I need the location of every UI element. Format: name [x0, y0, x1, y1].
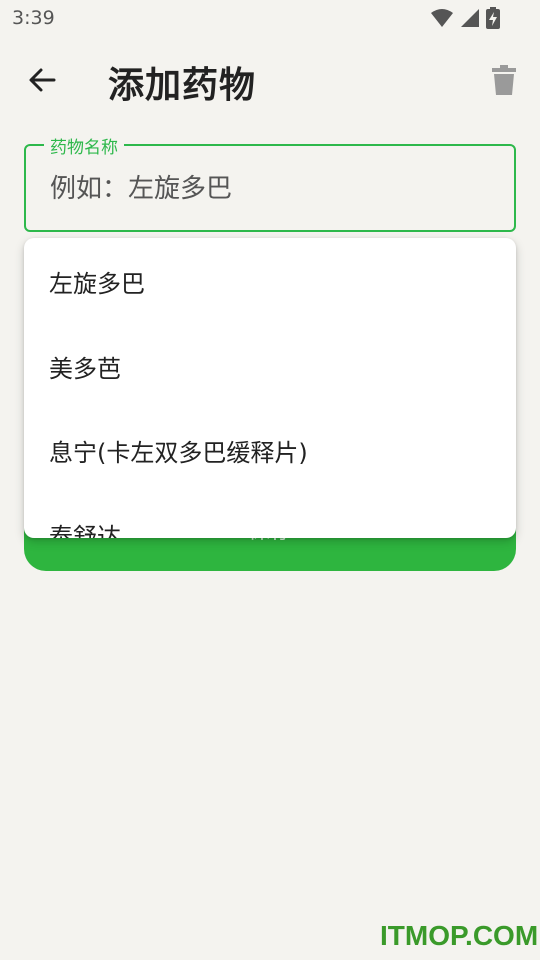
status-icons — [430, 7, 500, 29]
watermark: ITMOP.COM — [380, 920, 539, 951]
suggestion-item[interactable]: 泰舒达 — [24, 492, 516, 539]
suggestion-item[interactable]: 美多芭 — [24, 324, 516, 408]
suggestion-dropdown: 左旋多巴 美多芭 息宁(卡左双多巴缓释片) 泰舒达 — [24, 238, 516, 538]
delete-button[interactable] — [484, 60, 524, 100]
battery-icon — [486, 7, 500, 29]
back-button[interactable] — [22, 60, 62, 100]
medicine-name-field: 药物名称 — [24, 133, 516, 232]
suggestion-item[interactable]: 左旋多巴 — [24, 238, 516, 324]
status-time: 3:39 — [12, 7, 55, 29]
suggestion-item[interactable]: 息宁(卡左双多巴缓释片) — [24, 408, 516, 492]
field-label: 药物名称 — [44, 133, 124, 158]
status-bar: 3:39 — [0, 0, 540, 36]
page-title: 添加药物 — [108, 65, 257, 106]
arrow-left-icon — [29, 68, 56, 92]
wifi-icon — [431, 9, 453, 27]
app-bar: 添加药物 — [0, 40, 540, 120]
trash-icon — [492, 65, 516, 95]
signal-icon — [461, 9, 479, 27]
medicine-name-input[interactable] — [48, 168, 492, 210]
